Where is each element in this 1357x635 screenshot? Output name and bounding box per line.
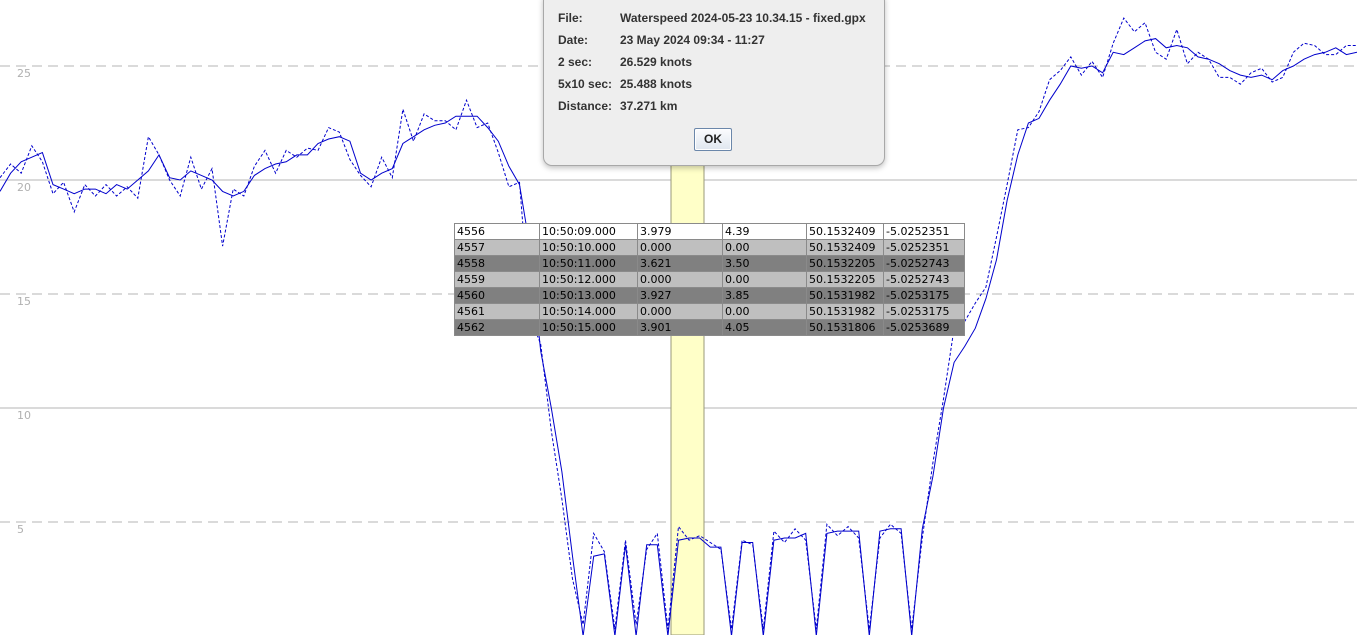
y-tick-label: 25 <box>17 67 31 80</box>
table-row[interactable]: 4556 10:50:09.000 3.979 4.39 50.1532409 -5.02… <box>454 223 965 240</box>
y-tick-label: 5 <box>17 523 24 536</box>
dialog-row-value: Waterspeed 2024-05-23 10.34.15 - fixed.g… <box>620 11 866 25</box>
dialog-row-key: 2 sec: <box>558 55 593 69</box>
table-cell[interactable]: 50.1531806 <box>806 319 884 336</box>
table-cell[interactable]: 4557 <box>454 239 540 256</box>
dialog-row-key: Date: <box>558 33 589 47</box>
dialog-row-key: Distance: <box>558 99 613 113</box>
dialog-row-value: 37.271 km <box>620 99 678 113</box>
table-cell[interactable]: 10:50:15.000 <box>539 319 638 336</box>
table-row[interactable]: 4558 10:50:11.000 3.621 3.50 50.1532205 -5.02… <box>454 255 965 272</box>
table-cell[interactable]: 3.621 <box>637 255 723 272</box>
table-cell[interactable]: 4561 <box>454 303 540 320</box>
table-cell[interactable]: 3.901 <box>637 319 723 336</box>
y-tick-label: 10 <box>17 409 31 422</box>
y-tick-label: 20 <box>17 181 31 194</box>
table-cell[interactable]: -5.0252743 <box>883 255 965 272</box>
table-cell[interactable]: 0.00 <box>722 303 807 320</box>
table-cell[interactable]: 4.05 <box>722 319 807 336</box>
table-row[interactable]: 4562 10:50:15.000 3.901 4.05 50.1531806 -5.02… <box>454 319 965 336</box>
table-cell[interactable]: 50.1532205 <box>806 271 884 288</box>
ok-button[interactable]: OK <box>694 128 732 151</box>
table-cell[interactable]: 10:50:11.000 <box>539 255 638 272</box>
table-cell[interactable]: 50.1531982 <box>806 303 884 320</box>
table-cell[interactable]: 4.39 <box>722 223 807 240</box>
track-points-table[interactable]: 4556 10:50:09.000 3.979 4.39 50.1532409 -5.02… <box>454 223 965 336</box>
table-cell[interactable]: 50.1532409 <box>806 239 884 256</box>
track-info-dialog: File: Waterspeed 2024-05-23 10.34.15 - fi… <box>543 0 885 166</box>
dialog-row-value: 23 May 2024 09:34 - 11:27 <box>620 33 765 47</box>
table-cell[interactable]: 0.00 <box>722 239 807 256</box>
table-cell[interactable]: -5.0252351 <box>883 223 965 240</box>
table-cell[interactable]: -5.0253175 <box>883 287 965 304</box>
dialog-row-key: File: <box>558 11 583 25</box>
table-cell[interactable]: 3.979 <box>637 223 723 240</box>
dialog-row-key: 5x10 sec: <box>558 77 613 91</box>
table-cell[interactable]: 4559 <box>454 271 540 288</box>
table-cell[interactable]: 3.927 <box>637 287 723 304</box>
table-cell[interactable]: -5.0252743 <box>883 271 965 288</box>
dialog-row-value: 25.488 knots <box>620 77 693 91</box>
table-cell[interactable]: 10:50:09.000 <box>539 223 638 240</box>
table-cell[interactable]: 10:50:13.000 <box>539 287 638 304</box>
table-cell[interactable]: 3.50 <box>722 255 807 272</box>
table-cell[interactable]: 4562 <box>454 319 540 336</box>
table-cell[interactable]: -5.0253689 <box>883 319 965 336</box>
y-tick-label: 15 <box>17 295 31 308</box>
table-cell[interactable]: -5.0253175 <box>883 303 965 320</box>
table-cell[interactable]: 50.1532205 <box>806 255 884 272</box>
table-cell[interactable]: 10:50:14.000 <box>539 303 638 320</box>
table-cell[interactable]: 4560 <box>454 287 540 304</box>
table-cell[interactable]: 0.000 <box>637 271 723 288</box>
table-cell[interactable]: 0.00 <box>722 271 807 288</box>
table-row[interactable]: 4557 10:50:10.000 0.000 0.00 50.1532409 -5.02… <box>454 239 965 256</box>
table-row[interactable]: 4561 10:50:14.000 0.000 0.00 50.1531982 -5.02… <box>454 303 965 320</box>
dialog-row-value: 26.529 knots <box>620 55 693 69</box>
table-row[interactable]: 4560 10:50:13.000 3.927 3.85 50.1531982 -5.02… <box>454 287 965 304</box>
table-cell[interactable]: 50.1532409 <box>806 223 884 240</box>
table-row[interactable]: 4559 10:50:12.000 0.000 0.00 50.1532205 -5.02… <box>454 271 965 288</box>
table-cell[interactable]: 10:50:10.000 <box>539 239 638 256</box>
table-cell[interactable]: 4558 <box>454 255 540 272</box>
table-cell[interactable]: -5.0252351 <box>883 239 965 256</box>
table-cell[interactable]: 0.000 <box>637 303 723 320</box>
table-cell[interactable]: 3.85 <box>722 287 807 304</box>
table-cell[interactable]: 50.1531982 <box>806 287 884 304</box>
table-cell[interactable]: 0.000 <box>637 239 723 256</box>
table-cell[interactable]: 4556 <box>454 223 540 240</box>
table-cell[interactable]: 10:50:12.000 <box>539 271 638 288</box>
